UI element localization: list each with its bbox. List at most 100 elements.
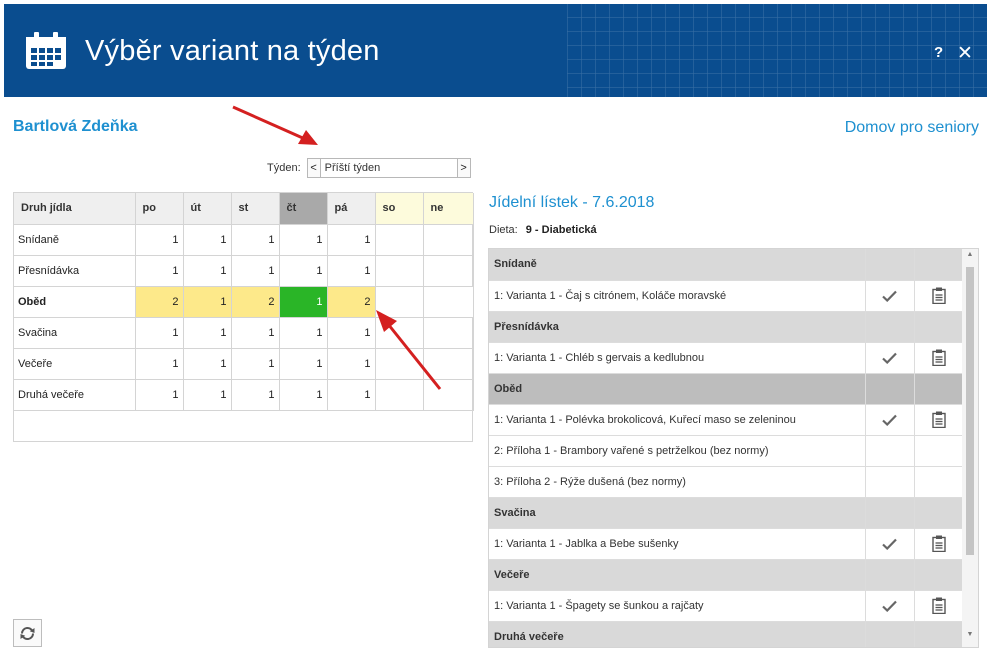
variant-cell[interactable]: 1: [327, 348, 376, 380]
check-icon[interactable]: [882, 414, 897, 426]
menu-item-row[interactable]: 1: Varianta 1 - Polévka brokolicová, Kuř…: [489, 404, 963, 436]
table-row: Snídaně 1 1 1 1 1: [14, 224, 474, 256]
week-table: Druh jídla po út st čt pá so ne Snídaně …: [14, 193, 474, 411]
menu-title: Jídelní lístek - 7.6.2018: [489, 194, 655, 211]
variant-cell[interactable]: 1: [279, 317, 328, 349]
clipboard-icon[interactable]: [932, 411, 946, 428]
clipboard-icon[interactable]: [932, 287, 946, 304]
variant-cell[interactable]: 2: [231, 286, 280, 318]
variant-cell[interactable]: 1: [231, 348, 280, 380]
check-icon[interactable]: [882, 290, 897, 302]
variant-cell[interactable]: [423, 348, 474, 380]
menu-list-container: Snídaně 1: Varianta 1 - Čaj s citrónem, …: [488, 248, 979, 648]
week-selector: Týden: < Příští týden >: [267, 158, 471, 178]
menu-item-row[interactable]: 1: Varianta 1 - Špagety se šunkou a rajč…: [489, 590, 963, 622]
variant-cell[interactable]: 1: [231, 224, 280, 256]
menu-item-label: 3: Příloha 2 - Rýže dušená (bez normy): [489, 466, 866, 498]
close-button[interactable]: ✕: [957, 42, 973, 65]
section-name: Snídaně: [489, 249, 866, 281]
variant-cell[interactable]: 1: [279, 255, 328, 287]
clipboard-icon[interactable]: [932, 597, 946, 614]
variant-cell[interactable]: 1: [135, 255, 184, 287]
clipboard-icon[interactable]: [932, 535, 946, 552]
variant-cell[interactable]: 1: [183, 224, 232, 256]
scroll-up-icon[interactable]: ▲: [962, 251, 978, 265]
variant-cell[interactable]: [375, 317, 424, 349]
diet-value: 9 - Diabetická: [525, 224, 597, 236]
variant-cell[interactable]: [423, 286, 474, 318]
variant-cell[interactable]: 1: [279, 224, 328, 256]
variant-cell[interactable]: 1: [327, 255, 376, 287]
check-icon[interactable]: [882, 352, 897, 364]
week-value[interactable]: Příští týden: [320, 158, 457, 178]
check-icon[interactable]: [882, 600, 897, 612]
variant-cell[interactable]: 1: [135, 348, 184, 380]
variant-cell[interactable]: 1: [231, 255, 280, 287]
check-icon[interactable]: [882, 538, 897, 550]
scroll-down-icon[interactable]: ▼: [962, 631, 978, 645]
variant-cell[interactable]: [423, 224, 474, 256]
variant-cell[interactable]: 1: [183, 379, 232, 411]
variant-cell[interactable]: 1: [183, 348, 232, 380]
variant-cell[interactable]: 1: [231, 379, 280, 411]
variant-cell[interactable]: [375, 348, 424, 380]
menu-item-row[interactable]: 1: Varianta 1 - Čaj s citrónem, Koláče m…: [489, 280, 963, 312]
menu-section-header: Večeře: [489, 559, 963, 591]
column-header-day[interactable]: ne: [423, 193, 474, 225]
variant-cell[interactable]: 1: [135, 379, 184, 411]
help-button[interactable]: ?: [934, 44, 943, 61]
section-name: Večeře: [489, 559, 866, 591]
variant-cell[interactable]: 1: [135, 317, 184, 349]
menu-item-label: 1: Varianta 1 - Chléb s gervais a kedlub…: [489, 342, 866, 374]
variant-cell[interactable]: [375, 255, 424, 287]
column-header-day[interactable]: so: [375, 193, 424, 225]
variant-cell[interactable]: 1: [327, 379, 376, 411]
table-row: Druhá večeře 1 1 1 1 1: [14, 379, 474, 411]
menu-item-row[interactable]: 2: Příloha 1 - Brambory vařené s petržel…: [489, 435, 963, 467]
variant-cell[interactable]: 1: [183, 317, 232, 349]
variant-cell[interactable]: 1: [327, 317, 376, 349]
variant-cell[interactable]: [423, 317, 474, 349]
meal-type-cell: Přesnídávka: [14, 255, 136, 287]
refresh-icon: [20, 626, 35, 640]
variant-cell[interactable]: 1: [279, 379, 328, 411]
menu-item-row[interactable]: 1: Varianta 1 - Chléb s gervais a kedlub…: [489, 342, 963, 374]
column-header-day[interactable]: pá: [327, 193, 376, 225]
menu-item-row[interactable]: 1: Varianta 1 - Jablka a Bebe sušenky: [489, 528, 963, 560]
variant-cell[interactable]: [375, 224, 424, 256]
variant-cell[interactable]: 1: [183, 286, 232, 318]
dialog-window: Výběr variant na týden ? ✕ Bartlová Zdeň…: [0, 0, 991, 658]
variant-cell[interactable]: [375, 286, 424, 318]
clipboard-icon[interactable]: [932, 349, 946, 366]
facility-name: Domov pro seniory: [844, 119, 979, 136]
variant-cell-active[interactable]: 1: [279, 286, 328, 318]
prev-week-button[interactable]: <: [306, 158, 321, 178]
scroll-thumb[interactable]: [966, 267, 974, 555]
variant-cell[interactable]: 1: [279, 348, 328, 380]
column-header-day[interactable]: st: [231, 193, 280, 225]
menu-item-label: 1: Varianta 1 - Špagety se šunkou a rajč…: [489, 590, 866, 622]
variant-cell[interactable]: 1: [183, 255, 232, 287]
variant-cell[interactable]: 1: [327, 224, 376, 256]
menu-item-label: 1: Varianta 1 - Čaj s citrónem, Koláče m…: [489, 280, 866, 312]
menu-scrollbar[interactable]: ▲ ▼: [962, 249, 978, 647]
column-header-day[interactable]: út: [183, 193, 232, 225]
diet-info: Dieta: 9 - Diabetická: [489, 224, 597, 236]
menu-item-row[interactable]: 3: Příloha 2 - Rýže dušená (bez normy): [489, 466, 963, 498]
week-table-container: Druh jídla po út st čt pá so ne Snídaně …: [13, 192, 474, 442]
header-pattern: [567, 4, 987, 97]
variant-cell[interactable]: [423, 379, 474, 411]
variant-cell[interactable]: 2: [135, 286, 184, 318]
person-name: Bartlová Zdeňka: [13, 118, 138, 135]
variant-cell[interactable]: 1: [135, 224, 184, 256]
column-header-day[interactable]: čt: [279, 193, 328, 225]
table-row: Večeře 1 1 1 1 1: [14, 348, 474, 380]
variant-cell[interactable]: 2: [327, 286, 376, 318]
variant-cell[interactable]: 1: [231, 317, 280, 349]
menu-item-label: 2: Příloha 1 - Brambory vařené s petržel…: [489, 435, 866, 467]
refresh-button[interactable]: [13, 619, 42, 647]
variant-cell[interactable]: [375, 379, 424, 411]
next-week-button[interactable]: >: [456, 158, 471, 178]
column-header-day[interactable]: po: [135, 193, 184, 225]
variant-cell[interactable]: [423, 255, 474, 287]
